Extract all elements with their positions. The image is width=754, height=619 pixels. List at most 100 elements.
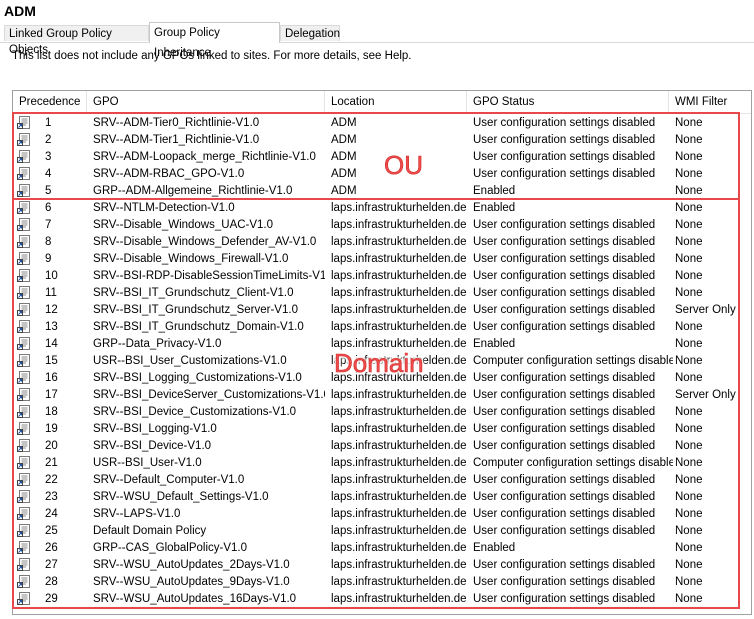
cell-wmi-filter: None bbox=[675, 219, 703, 231]
cell-gpo-name: Default Domain Policy bbox=[93, 525, 207, 537]
cell-location: ADM bbox=[331, 117, 357, 129]
cell-precedence: 24 bbox=[45, 508, 58, 520]
table-row[interactable]: 20 SRV--BSI_Device-V1.0 laps.infrastruktur… bbox=[13, 438, 751, 455]
column-header-location[interactable]: Location bbox=[325, 91, 467, 113]
cell-gpo-status: Enabled bbox=[473, 202, 516, 214]
cell-gpo-name: SRV--WSU_AutoUpdates_16Days-V1.0 bbox=[93, 593, 297, 605]
cell-wmi-filter: Server Only bbox=[675, 389, 736, 401]
cell-gpo-name: SRV--BSI_Device-V1.0 bbox=[93, 440, 212, 452]
cell-gpo-status: User configuration settings disabled bbox=[473, 389, 656, 401]
cell-precedence: 1 bbox=[45, 117, 52, 129]
gpo-icon bbox=[16, 404, 32, 421]
cell-precedence: 10 bbox=[45, 270, 58, 282]
cell-gpo-name: SRV--WSU_AutoUpdates_9Days-V1.0 bbox=[93, 576, 290, 588]
cell-wmi-filter: None bbox=[675, 151, 703, 163]
table-row[interactable]: 25 Default Domain Policy laps.infrastruktu… bbox=[13, 523, 751, 540]
gpo-icon bbox=[16, 200, 32, 217]
cell-gpo-status: User configuration settings disabled bbox=[473, 559, 656, 571]
cell-precedence: 25 bbox=[45, 525, 58, 537]
table-row[interactable]: 3 SRV--ADM-Loopack_merge_Richtlinie-V1.0 A… bbox=[13, 149, 751, 166]
cell-wmi-filter: None bbox=[675, 559, 703, 571]
table-row[interactable]: 2 SRV--ADM-Tier1_Richtlinie-V1.0 ADM User c… bbox=[13, 132, 751, 149]
table-row[interactable]: 23 SRV--WSU_Default_Settings-V1.0 laps.inf… bbox=[13, 489, 751, 506]
cell-precedence: 3 bbox=[45, 151, 52, 163]
table-row[interactable]: 10 SRV--BSI-RDP-DisableSessionTimeLimits-… bbox=[13, 268, 751, 285]
cell-gpo-status: Enabled bbox=[473, 542, 516, 554]
cell-gpo-status: User configuration settings disabled bbox=[473, 219, 656, 231]
table-row[interactable]: 18 SRV--BSI_Device_Customizations-V1.0 lap… bbox=[13, 404, 751, 421]
table-row[interactable]: 29 SRV--WSU_AutoUpdates_16Days-V1.0 laps.i… bbox=[13, 591, 751, 608]
gpo-icon bbox=[16, 268, 32, 285]
domain-annotation-label: Domain bbox=[334, 348, 424, 379]
cell-location: laps.infrastrukturhelden.de bbox=[331, 542, 467, 554]
tab-linked-gpos[interactable]: Linked Group Policy Objects bbox=[4, 25, 149, 56]
table-row[interactable]: 28 SRV--WSU_AutoUpdates_9Days-V1.0 laps.in… bbox=[13, 574, 751, 591]
gpo-icon bbox=[16, 336, 32, 353]
ou-annotation-label: OU bbox=[384, 150, 424, 181]
table-row[interactable]: 24 SRV--LAPS-V1.0 laps.infrastrukturhelden… bbox=[13, 506, 751, 523]
gpo-icon bbox=[16, 421, 32, 438]
table-row[interactable]: 19 SRV--BSI_Logging-V1.0 laps.infrastruktu… bbox=[13, 421, 751, 438]
cell-gpo-status: User configuration settings disabled bbox=[473, 423, 656, 435]
table-row[interactable]: 26 GRP--CAS_GlobalPolicy-V1.0 laps.infrast… bbox=[13, 540, 751, 557]
table-row[interactable]: 4 SRV--ADM-RBAC_GPO-V1.0 ADM User configura… bbox=[13, 166, 751, 183]
table-row[interactable]: 13 SRV--BSI_IT_Grundschutz_Domain-V1.0 lap… bbox=[13, 319, 751, 336]
cell-gpo-name: GRP--CAS_GlobalPolicy-V1.0 bbox=[93, 542, 248, 554]
cell-location: laps.infrastrukturhelden.de bbox=[331, 287, 467, 299]
cell-precedence: 18 bbox=[45, 406, 58, 418]
cell-wmi-filter: None bbox=[675, 593, 703, 605]
cell-gpo-name: SRV--NTLM-Detection-V1.0 bbox=[93, 202, 235, 214]
cell-location: laps.infrastrukturhelden.de bbox=[331, 304, 467, 316]
table-row[interactable]: 21 USR--BSI_User-V1.0 laps.infrastrukturhe… bbox=[13, 455, 751, 472]
cell-gpo-name: SRV--BSI-RDP-DisableSessionTimeLimits-V1… bbox=[93, 270, 325, 282]
table-row[interactable]: 8 SRV--Disable_Windows_Defender_AV-V1.0 la… bbox=[13, 234, 751, 251]
gpo-icon bbox=[16, 251, 32, 268]
table-row[interactable]: 27 SRV--WSU_AutoUpdates_2Days-V1.0 laps.in… bbox=[13, 557, 751, 574]
cell-location: ADM bbox=[331, 185, 357, 197]
cell-wmi-filter: None bbox=[675, 423, 703, 435]
tab-delegation[interactable]: Delegation bbox=[280, 25, 340, 41]
cell-gpo-status: User configuration settings disabled bbox=[473, 406, 656, 418]
list-header: Precedence GPO Location GPO Status WMI F… bbox=[13, 91, 751, 114]
column-header-status[interactable]: GPO Status bbox=[467, 91, 669, 113]
cell-gpo-status: User configuration settings disabled bbox=[473, 117, 656, 129]
cell-wmi-filter: None bbox=[675, 185, 703, 197]
table-row[interactable]: 7 SRV--Disable_Windows_UAC-V1.0 laps.infra… bbox=[13, 217, 751, 234]
column-header-wmi[interactable]: WMI Filter bbox=[669, 91, 751, 113]
cell-wmi-filter: None bbox=[675, 168, 703, 180]
cell-wmi-filter: None bbox=[675, 525, 703, 537]
table-row[interactable]: 6 SRV--NTLM-Detection-V1.0 laps.infrastruk… bbox=[13, 200, 751, 217]
cell-wmi-filter: None bbox=[675, 440, 703, 452]
cell-precedence: 9 bbox=[45, 253, 52, 265]
cell-gpo-name: SRV--Disable_Windows_Firewall-V1.0 bbox=[93, 253, 289, 265]
cell-gpo-status: User configuration settings disabled bbox=[473, 474, 656, 486]
cell-location: laps.infrastrukturhelden.de bbox=[331, 321, 467, 333]
cell-wmi-filter: None bbox=[675, 202, 703, 214]
tab-gp-inheritance[interactable]: Group Policy Inheritance bbox=[149, 22, 280, 59]
cell-location: laps.infrastrukturhelden.de bbox=[331, 219, 467, 231]
table-row[interactable]: 11 SRV--BSI_IT_Grundschutz_Client-V1.0 lap… bbox=[13, 285, 751, 302]
column-header-gpo[interactable]: GPO bbox=[87, 91, 325, 113]
gpo-icon bbox=[16, 353, 32, 370]
cell-wmi-filter: None bbox=[675, 542, 703, 554]
cell-gpo-status: User configuration settings disabled bbox=[473, 491, 656, 503]
cell-wmi-filter: None bbox=[675, 236, 703, 248]
table-row[interactable]: 5 GRP--ADM-Allgemeine_Richtlinie-V1.0 ADM E… bbox=[13, 183, 751, 200]
table-row[interactable]: 12 SRV--BSI_IT_Grundschutz_Server-V1.0 lap… bbox=[13, 302, 751, 319]
cell-gpo-status: User configuration settings disabled bbox=[473, 593, 656, 605]
table-row[interactable]: 9 SRV--Disable_Windows_Firewall-V1.0 laps.… bbox=[13, 251, 751, 268]
cell-gpo-name: SRV--ADM-RBAC_GPO-V1.0 bbox=[93, 168, 245, 180]
cell-precedence: 20 bbox=[45, 440, 58, 452]
cell-wmi-filter: None bbox=[675, 287, 703, 299]
gpo-icon bbox=[16, 217, 32, 234]
column-header-precedence[interactable]: Precedence bbox=[13, 91, 87, 113]
cell-gpo-status: User configuration settings disabled bbox=[473, 440, 656, 452]
table-row[interactable]: 17 SRV--BSI_DeviceServer_Customizations-V… bbox=[13, 387, 751, 404]
table-row[interactable]: 1 SRV--ADM-Tier0_Richtlinie-V1.0 ADM User c… bbox=[13, 115, 751, 132]
gpo-icon bbox=[16, 455, 32, 472]
tab-strip: Linked Group Policy Objects Group Policy… bbox=[0, 22, 754, 59]
gpo-icon bbox=[16, 540, 32, 557]
table-row[interactable]: 22 SRV--Default_Computer-V1.0 laps.infrast… bbox=[13, 472, 751, 489]
cell-gpo-name: SRV--WSU_AutoUpdates_2Days-V1.0 bbox=[93, 559, 290, 571]
cell-gpo-name: SRV--Disable_Windows_Defender_AV-V1.0 bbox=[93, 236, 317, 248]
